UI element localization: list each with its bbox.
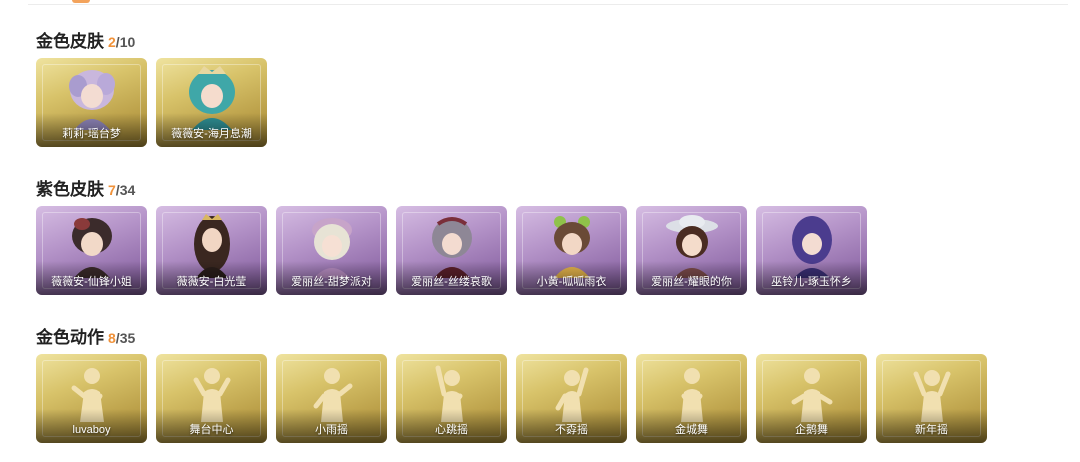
skin-card[interactable]: 莉莉-瑶台梦 bbox=[36, 58, 147, 147]
top-divider bbox=[28, 0, 1068, 5]
emote-card[interactable]: 企鹅舞 bbox=[756, 354, 867, 443]
card-label: 金城舞 bbox=[675, 424, 708, 436]
card-label: 爱丽丝-丝缕哀歌 bbox=[411, 276, 492, 288]
skin-card[interactable]: 巫铃儿-琢玉怀乡 bbox=[756, 206, 867, 295]
skin-card[interactable]: 薇薇安-白光莹 bbox=[156, 206, 267, 295]
total-count: 35 bbox=[119, 330, 136, 346]
card-label: 舞台中心 bbox=[189, 424, 234, 436]
emote-card[interactable]: 舞台中心 bbox=[156, 354, 267, 443]
card-label: 小雨摇 bbox=[315, 424, 348, 436]
section-gold-emotes: 金色动作 8/35 luvaboy 舞台中心 小雨摇 心跳摇 不孬摇 金城舞 企… bbox=[36, 328, 987, 443]
owned-count: 7 bbox=[108, 182, 116, 198]
emote-card[interactable]: 新年摇 bbox=[876, 354, 987, 443]
emote-card[interactable]: 小雨摇 bbox=[276, 354, 387, 443]
emote-card[interactable]: luvaboy bbox=[36, 354, 147, 443]
collection-count: 7/34 bbox=[108, 182, 135, 198]
skin-card[interactable]: 爱丽丝-耀眼的你 bbox=[636, 206, 747, 295]
section-title-text: 金色动作 bbox=[36, 328, 104, 347]
section-gold-skins: 金色皮肤 2/10 莉莉-瑶台梦 薇薇安-海月息潮 bbox=[36, 32, 267, 147]
skin-card[interactable]: 薇薇安-海月息潮 bbox=[156, 58, 267, 147]
active-tab-indicator bbox=[72, 0, 90, 3]
emote-card[interactable]: 金城舞 bbox=[636, 354, 747, 443]
collection-count: 2/10 bbox=[108, 34, 135, 50]
card-label: luvaboy bbox=[72, 424, 111, 436]
collection-count: 8/35 bbox=[108, 330, 135, 346]
emote-card[interactable]: 心跳摇 bbox=[396, 354, 507, 443]
emote-card[interactable]: 不孬摇 bbox=[516, 354, 627, 443]
section-title: 金色动作 8/35 bbox=[36, 328, 135, 348]
skin-card[interactable]: 爱丽丝-丝缕哀歌 bbox=[396, 206, 507, 295]
card-label: 心跳摇 bbox=[435, 424, 468, 436]
total-count: 10 bbox=[119, 34, 136, 50]
card-label: 薇薇安-仙锋小姐 bbox=[51, 276, 132, 288]
skin-card[interactable]: 爱丽丝-甜梦派对 bbox=[276, 206, 387, 295]
card-label: 爱丽丝-耀眼的你 bbox=[651, 276, 732, 288]
card-label: 不孬摇 bbox=[555, 424, 588, 436]
section-title-text: 紫色皮肤 bbox=[36, 180, 104, 199]
card-label: 新年摇 bbox=[915, 424, 948, 436]
card-label: 薇薇安-白光莹 bbox=[176, 276, 247, 288]
owned-count: 8 bbox=[108, 330, 116, 346]
card-label: 莉莉-瑶台梦 bbox=[62, 128, 121, 140]
section-title-text: 金色皮肤 bbox=[36, 32, 104, 51]
section-purple-skins: 紫色皮肤 7/34 薇薇安-仙锋小姐 薇薇安-白光莹 爱丽丝-甜梦派对 爱丽丝-… bbox=[36, 180, 867, 295]
total-count: 34 bbox=[119, 182, 136, 198]
item-grid: luvaboy 舞台中心 小雨摇 心跳摇 不孬摇 金城舞 企鹅舞 新年摇 bbox=[36, 354, 1036, 444]
card-label: 企鹅舞 bbox=[795, 424, 828, 436]
skin-card[interactable]: 小黄-呱呱雨衣 bbox=[516, 206, 627, 295]
card-label: 巫铃儿-琢玉怀乡 bbox=[771, 276, 852, 288]
section-title: 紫色皮肤 7/34 bbox=[36, 180, 135, 200]
owned-count: 2 bbox=[108, 34, 116, 50]
card-label: 薇薇安-海月息潮 bbox=[171, 128, 252, 140]
section-title: 金色皮肤 2/10 bbox=[36, 32, 135, 52]
skin-card[interactable]: 薇薇安-仙锋小姐 bbox=[36, 206, 147, 295]
item-grid: 莉莉-瑶台梦 薇薇安-海月息潮 bbox=[36, 58, 1036, 148]
card-label: 小黄-呱呱雨衣 bbox=[536, 276, 607, 288]
card-label: 爱丽丝-甜梦派对 bbox=[291, 276, 372, 288]
item-grid: 薇薇安-仙锋小姐 薇薇安-白光莹 爱丽丝-甜梦派对 爱丽丝-丝缕哀歌 小黄-呱呱… bbox=[36, 206, 1036, 296]
